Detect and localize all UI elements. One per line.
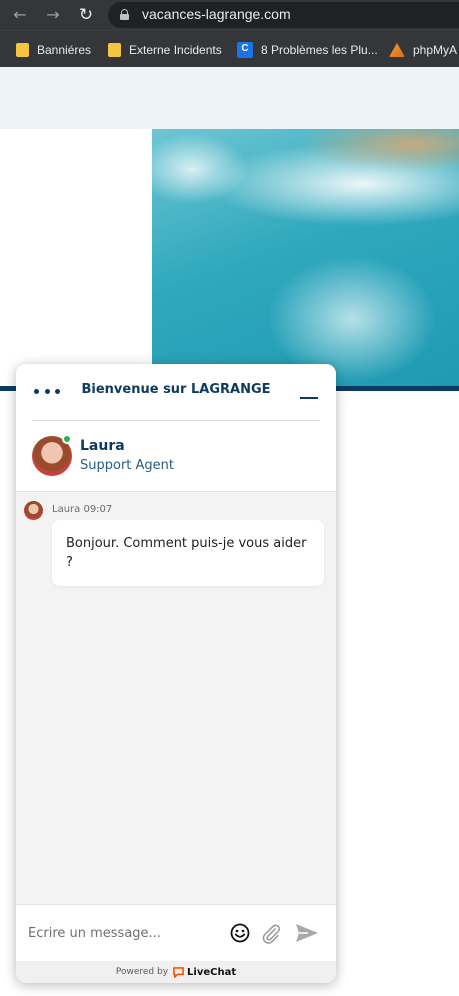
site-header-band	[0, 67, 459, 129]
back-arrow-icon[interactable]: ←	[10, 5, 30, 25]
powered-by-footer[interactable]: Powered by LiveChat	[16, 961, 336, 983]
bookmark-phpmyadmin[interactable]: phpMyA	[389, 41, 457, 59]
message-input[interactable]	[28, 919, 224, 947]
message-avatar	[24, 501, 43, 520]
bookmark-8-problemes[interactable]: C 8 Problèmes les Plu...	[237, 41, 378, 59]
url-text: vacances-lagrange.com	[142, 6, 291, 22]
bookmark-bannieres[interactable]: Banniéres	[16, 41, 91, 59]
agent-role: Support Agent	[80, 458, 175, 473]
powered-by-label: Powered by	[115, 967, 169, 977]
lock-icon	[120, 9, 129, 20]
chat-header: Bienvenue sur LAGRANGE Laura Support Age…	[16, 364, 336, 492]
message-composer	[16, 904, 336, 961]
bookmark-label: Externe Incidents	[129, 43, 222, 57]
chat-widget: Bienvenue sur LAGRANGE Laura Support Age…	[16, 364, 336, 983]
emoji-icon[interactable]	[230, 923, 250, 943]
phpmyadmin-icon	[389, 43, 405, 57]
livechat-logo-icon	[173, 966, 184, 978]
address-bar[interactable]: vacances-lagrange.com	[108, 2, 459, 28]
folder-icon	[108, 43, 121, 57]
bookmark-externe-incidents[interactable]: Externe Incidents	[108, 41, 222, 59]
livechat-brand: LiveChat	[187, 966, 237, 978]
chat-title: Bienvenue sur LAGRANGE	[81, 382, 271, 397]
attachment-icon[interactable]	[260, 923, 282, 945]
browser-toolbar: ← → ↻ vacances-lagrange.com	[0, 0, 459, 30]
message-meta: Laura 09:07	[52, 504, 113, 515]
hero-beach-image	[152, 129, 459, 386]
more-options-icon[interactable]	[34, 384, 60, 398]
agent-name: Laura	[80, 438, 125, 454]
message-text: Bonjour. Comment puis-je vous aider ?	[66, 536, 307, 570]
send-icon[interactable]	[294, 922, 320, 944]
bookmark-label: phpMyA	[413, 43, 458, 57]
c-site-icon: C	[237, 42, 253, 58]
header-divider	[32, 420, 320, 421]
message-bubble: Bonjour. Comment puis-je vous aider ?	[52, 520, 324, 586]
reload-icon[interactable]: ↻	[76, 5, 96, 25]
bookmark-label: Banniéres	[37, 43, 92, 57]
forward-arrow-icon[interactable]: →	[43, 5, 63, 25]
bookmark-label: 8 Problèmes les Plu...	[261, 43, 378, 57]
folder-icon	[16, 43, 29, 57]
bookmarks-bar: Banniéres Externe Incidents C 8 Problème…	[0, 30, 459, 67]
online-status-icon	[62, 434, 72, 444]
minimize-icon[interactable]	[300, 386, 320, 400]
